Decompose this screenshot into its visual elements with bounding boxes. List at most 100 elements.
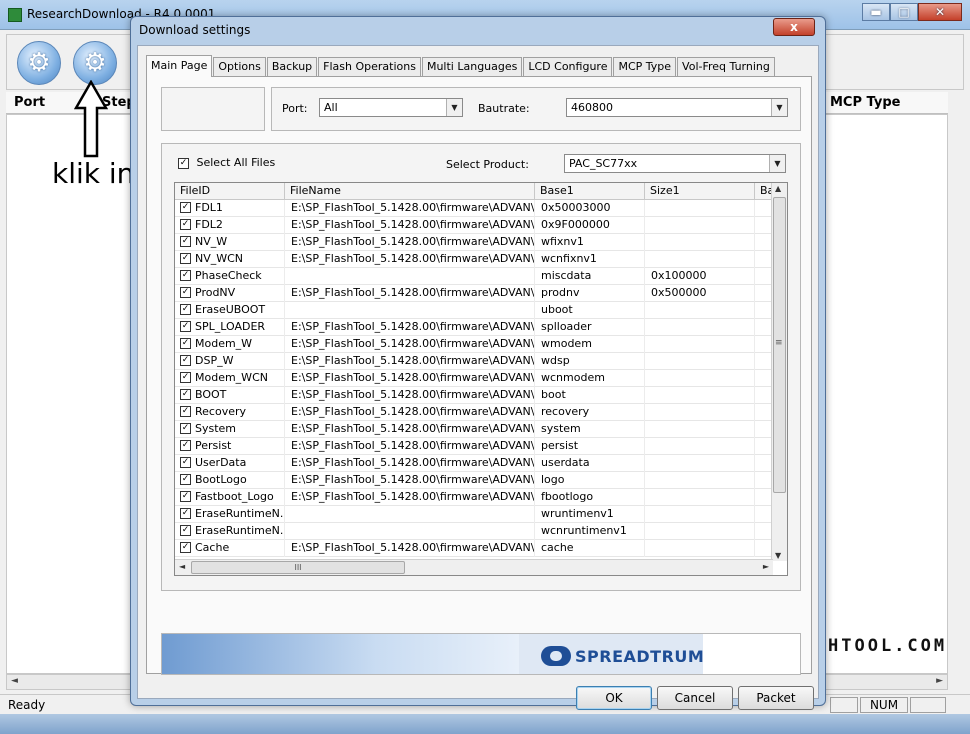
file-name-cell[interactable]: E:\SP_FlashTool_5.1428.00\firmware\ADVAN…: [285, 285, 535, 302]
tab-options[interactable]: Options: [213, 57, 266, 76]
checkmark-icon[interactable]: ✓: [180, 490, 191, 502]
table-row[interactable]: ✓ Cache E:\SP_FlashTool_5.1428.00\firmware…: [175, 540, 773, 557]
file-name-cell[interactable]: E:\SP_FlashTool_5.1428.00\firmware\ADVAN…: [285, 234, 535, 251]
checkmark-icon[interactable]: ✓: [180, 252, 191, 264]
chevron-down-icon[interactable]: ▼: [771, 99, 787, 116]
table-row[interactable]: ✓ Recovery E:\SP_FlashTool_5.1428.00\firmw…: [175, 404, 773, 421]
minimize-button[interactable]: ▬: [862, 3, 890, 21]
file-name-cell[interactable]: [285, 523, 535, 540]
column-mcp-type[interactable]: MCP Type: [830, 95, 900, 110]
checkmark-icon[interactable]: ✓: [180, 524, 191, 536]
checkmark-icon[interactable]: ✓: [180, 269, 191, 281]
file-name-cell[interactable]: [285, 506, 535, 523]
table-row[interactable]: ✓ ProdNV E:\SP_FlashTool_5.1428.00\firmwar…: [175, 285, 773, 302]
column-size1[interactable]: Size1: [645, 183, 755, 200]
file-name-cell[interactable]: E:\SP_FlashTool_5.1428.00\firmware\ADVAN…: [285, 455, 535, 472]
checkmark-icon[interactable]: ✓: [180, 388, 191, 400]
vertical-scroll-thumb[interactable]: ≡: [773, 197, 786, 493]
table-row[interactable]: ✓ NV_W E:\SP_FlashTool_5.1428.00\firmware\…: [175, 234, 773, 251]
checkmark-icon[interactable]: ✓: [180, 473, 191, 485]
file-name-cell[interactable]: E:\SP_FlashTool_5.1428.00\firmware\ADVAN…: [285, 404, 535, 421]
checkmark-icon[interactable]: ✓: [180, 439, 191, 451]
tab-backup[interactable]: Backup: [266, 57, 318, 76]
checkmark-icon[interactable]: ✓: [180, 371, 191, 383]
file-name-cell[interactable]: E:\SP_FlashTool_5.1428.00\firmware\ADVAN…: [285, 540, 535, 557]
checkmark-icon[interactable]: ✓: [180, 337, 191, 349]
checkmark-icon[interactable]: ✓: [180, 235, 191, 247]
table-row[interactable]: ✓ SPL_LOADER E:\SP_FlashTool_5.1428.00\fir…: [175, 319, 773, 336]
file-name-cell[interactable]: E:\SP_FlashTool_5.1428.00\firmware\ADVAN…: [285, 336, 535, 353]
checkmark-icon[interactable]: ✓: [180, 286, 191, 298]
tab-main-page[interactable]: Main Page: [146, 55, 213, 77]
column-file-name[interactable]: FileName: [285, 183, 535, 200]
table-row[interactable]: ✓ FDL1 E:\SP_FlashTool_5.1428.00\firmware\…: [175, 200, 773, 217]
checkmark-icon[interactable]: ✓: [180, 507, 191, 519]
dialog-close-button[interactable]: x: [773, 18, 815, 36]
file-name-cell[interactable]: E:\SP_FlashTool_5.1428.00\firmware\ADVAN…: [285, 387, 535, 404]
table-row[interactable]: ✓ FDL2 E:\SP_FlashTool_5.1428.00\firmware\…: [175, 217, 773, 234]
settings-button[interactable]: ⚙: [17, 41, 61, 85]
file-name-cell[interactable]: E:\SP_FlashTool_5.1428.00\firmware\ADVAN…: [285, 353, 535, 370]
table-row[interactable]: ✓ Modem_W E:\SP_FlashTool_5.1428.00\firmwa…: [175, 336, 773, 353]
checkmark-icon[interactable]: ✓: [180, 320, 191, 332]
load-packet-button[interactable]: ⚙: [73, 41, 117, 85]
file-name-cell[interactable]: E:\SP_FlashTool_5.1428.00\firmware\ADVAN…: [285, 438, 535, 455]
table-row[interactable]: ✓ PhaseCheck miscdata 0x100000: [175, 268, 773, 285]
checkmark-icon[interactable]: ✓: [180, 422, 191, 434]
checkmark-icon[interactable]: ✓: [180, 541, 191, 553]
select-all-files[interactable]: ✓ Select All Files: [178, 156, 275, 169]
tab-vol-freq-turning[interactable]: Vol-Freq Turning: [677, 57, 775, 76]
table-row[interactable]: ✓ Persist E:\SP_FlashTool_5.1428.00\firmwa…: [175, 438, 773, 455]
scroll-left-icon[interactable]: ◄: [179, 562, 185, 571]
file-name-cell[interactable]: [285, 268, 535, 285]
scroll-left-icon[interactable]: ◄: [11, 676, 18, 686]
chevron-down-icon[interactable]: ▼: [769, 155, 785, 172]
file-name-cell[interactable]: E:\SP_FlashTool_5.1428.00\firmware\ADVAN…: [285, 217, 535, 234]
scroll-up-icon[interactable]: ▲: [775, 184, 781, 193]
tab-lcd-configure[interactable]: LCD Configure: [523, 57, 613, 76]
ok-button[interactable]: OK: [576, 686, 652, 710]
checkmark-icon[interactable]: ✓: [180, 218, 191, 230]
checkmark-icon[interactable]: ✓: [180, 354, 191, 366]
packet-button[interactable]: Packet: [738, 686, 814, 710]
table-row[interactable]: ✓ NV_WCN E:\SP_FlashTool_5.1428.00\firmwar…: [175, 251, 773, 268]
table-row[interactable]: ✓ Modem_WCN E:\SP_FlashTool_5.1428.00\firm…: [175, 370, 773, 387]
scroll-right-icon[interactable]: ►: [763, 562, 769, 571]
baudrate-select[interactable]: 460800 ▼: [566, 98, 788, 117]
column-base1[interactable]: Base1: [535, 183, 645, 200]
scroll-right-icon[interactable]: ►: [936, 676, 943, 686]
file-list-horizontal-scrollbar[interactable]: ◄ III ►: [175, 559, 773, 575]
file-list-vertical-scrollbar[interactable]: ▲ ≡ ▼: [771, 183, 787, 561]
file-name-cell[interactable]: E:\SP_FlashTool_5.1428.00\firmware\ADVAN…: [285, 472, 535, 489]
file-name-cell[interactable]: E:\SP_FlashTool_5.1428.00\firmware\ADVAN…: [285, 421, 535, 438]
chevron-down-icon[interactable]: ▼: [446, 99, 462, 116]
product-select[interactable]: PAC_SC77xx ▼: [564, 154, 786, 173]
checkmark-icon[interactable]: ✓: [178, 157, 189, 169]
table-row[interactable]: ✓ UserData E:\SP_FlashTool_5.1428.00\firmw…: [175, 455, 773, 472]
column-port[interactable]: Port: [14, 95, 45, 110]
tab-mcp-type[interactable]: MCP Type: [613, 57, 677, 76]
file-name-cell[interactable]: E:\SP_FlashTool_5.1428.00\firmware\ADVAN…: [285, 370, 535, 387]
horizontal-scroll-thumb[interactable]: III: [191, 561, 405, 574]
table-row[interactable]: ✓ System E:\SP_FlashTool_5.1428.00\firmwar…: [175, 421, 773, 438]
file-name-cell[interactable]: [285, 302, 535, 319]
table-row[interactable]: ✓ DSP_W E:\SP_FlashTool_5.1428.00\firmware…: [175, 353, 773, 370]
file-name-cell[interactable]: E:\SP_FlashTool_5.1428.00\firmware\ADVAN…: [285, 251, 535, 268]
port-select[interactable]: All ▼: [319, 98, 463, 117]
close-button[interactable]: ✕: [918, 3, 962, 21]
cancel-button[interactable]: Cancel: [657, 686, 733, 710]
table-row[interactable]: ✓ BOOT E:\SP_FlashTool_5.1428.00\firmware\…: [175, 387, 773, 404]
table-row[interactable]: ✓ BootLogo E:\SP_FlashTool_5.1428.00\firmw…: [175, 472, 773, 489]
tab-flash-operations[interactable]: Flash Operations: [318, 57, 421, 76]
maximize-button[interactable]: □: [890, 3, 918, 21]
file-name-cell[interactable]: E:\SP_FlashTool_5.1428.00\firmware\ADVAN…: [285, 200, 535, 217]
checkmark-icon[interactable]: ✓: [180, 201, 191, 213]
checkmark-icon[interactable]: ✓: [180, 456, 191, 468]
file-name-cell[interactable]: E:\SP_FlashTool_5.1428.00\firmware\ADVAN…: [285, 319, 535, 336]
scroll-down-icon[interactable]: ▼: [775, 551, 781, 560]
column-file-id[interactable]: FileID: [175, 183, 285, 200]
checkmark-icon[interactable]: ✓: [180, 303, 191, 315]
tab-multi-languages[interactable]: Multi Languages: [421, 57, 523, 76]
table-row[interactable]: ✓ Fastboot_Logo E:\SP_FlashTool_5.1428.00\…: [175, 489, 773, 506]
table-row[interactable]: ✓ EraseUBOOT uboot: [175, 302, 773, 319]
